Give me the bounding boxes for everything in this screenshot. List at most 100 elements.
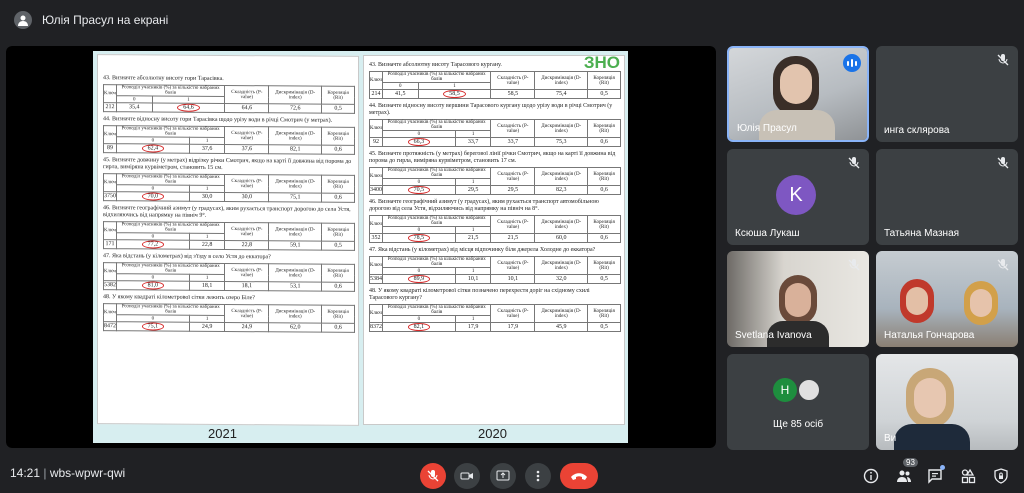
question-48: 48. У якому квадраті кілометрової сітки … xyxy=(103,294,255,302)
stats-table: Ключ Розподіл учасників (%) за кількістю … xyxy=(369,71,621,99)
activities-icon xyxy=(961,468,976,484)
stats-table: Ключ Розподіл учасників (%) за кількістю … xyxy=(369,256,621,284)
question-45: 45. Визначте протяжність (у метрах) бере… xyxy=(369,151,616,164)
meeting-details-button[interactable] xyxy=(862,467,880,485)
participants-button[interactable] xyxy=(895,467,913,485)
mic-off-icon xyxy=(997,54,1009,66)
participant-tile[interactable]: Татьяна Мазная xyxy=(876,149,1018,245)
shared-document: 43. Визначте абсолютну висоту гори Тарас… xyxy=(93,51,628,443)
stats-table: Ключ Розподіл учасників (%) за кількістю … xyxy=(103,221,355,251)
circled-value: 78,5 xyxy=(407,234,431,242)
people-icon xyxy=(897,470,911,482)
more-vert-icon xyxy=(536,470,540,482)
circled-value: 70,0 xyxy=(141,192,165,201)
question-46: 46. Визначте географічний азимут (у град… xyxy=(103,205,351,219)
question-46: 46. Визначте географічний азимут (у град… xyxy=(369,199,599,212)
presenter-avatar-icon xyxy=(14,11,32,29)
shield-lock-icon xyxy=(994,468,1008,484)
circled-value: 89,9 xyxy=(407,275,431,283)
stats-table: Ключ Розподіл учасників (%) за кількістю … xyxy=(369,215,621,243)
speaking-indicator-icon xyxy=(843,54,861,72)
stats-table: Ключ Розподіл учасників (%) за кількістю … xyxy=(369,304,621,332)
person-body xyxy=(894,424,970,450)
circled-value: 82,1 xyxy=(407,323,431,331)
more-options-button[interactable] xyxy=(525,463,551,489)
circled-value: 66,3 xyxy=(407,138,431,146)
year-label-right: 2020 xyxy=(478,426,507,441)
stats-table: Ключ Розподіл учасників (%) за кількістю … xyxy=(369,119,621,147)
stats-table: Ключ Розподіл учасників (%) за кількістю … xyxy=(103,125,355,155)
person-face xyxy=(906,287,928,315)
participants-count-badge: 93 xyxy=(903,458,918,467)
leave-call-button[interactable] xyxy=(560,463,598,489)
presentation-stage[interactable]: 43. Визначте абсолютну висоту гори Тарас… xyxy=(6,46,716,448)
mic-off-icon xyxy=(997,259,1009,271)
host-controls-button[interactable] xyxy=(992,467,1010,485)
participant-name: инга склярова xyxy=(884,125,950,136)
page-2020: 43. Визначте абсолютну висоту Тарасового… xyxy=(363,55,625,425)
circled-value: 81,0 xyxy=(141,281,165,290)
info-icon xyxy=(863,468,879,484)
camera-toggle-button[interactable] xyxy=(454,463,480,489)
mic-toggle-button[interactable] xyxy=(420,463,446,489)
question-45: 45. Визначте довжину (у метрах) відрізку… xyxy=(103,157,352,171)
circled-value: 75,1 xyxy=(141,322,165,331)
year-label-left: 2021 xyxy=(208,426,237,441)
mic-off-icon xyxy=(997,157,1009,169)
present-screen-button[interactable] xyxy=(490,463,516,489)
question-47: 47. Яка відстань (у кілометрах) від з'їз… xyxy=(103,253,271,261)
participant-name: Юлія Прасул xyxy=(737,123,797,134)
page-2021: 43. Визначте абсолютну висоту гори Тарас… xyxy=(97,54,359,426)
person-face xyxy=(780,64,812,104)
question-48: 48. У якому квадраті кілометрової сітки … xyxy=(369,288,590,301)
stats-table: Ключ Розподіл учасників (%) за кількістю … xyxy=(103,303,355,333)
participant-name: Наталья Гончарова xyxy=(884,330,975,341)
more-participants-tile[interactable]: H Ще 85 осіб xyxy=(727,354,869,450)
participant-name: Ксюша Лукаш xyxy=(735,228,800,239)
presenting-title: Юлія Прасул на екрані xyxy=(42,13,169,27)
participant-tile[interactable]: инга склярова xyxy=(876,46,1018,142)
person-face xyxy=(914,378,946,418)
stats-table: Ключ Розподіл учасників (%) за кількістю … xyxy=(369,167,621,195)
stats-table: Ключ Розподіл учасників (%) за кількістю … xyxy=(103,262,355,292)
avatar: H xyxy=(773,378,797,402)
mic-off-icon xyxy=(848,259,860,271)
question-44: 44. Визначте відносну висоту гори Тарасі… xyxy=(103,116,333,124)
circled-value: 77,2 xyxy=(141,240,165,249)
zno-logo: ЗНО xyxy=(583,53,620,72)
participant-name: Ви xyxy=(884,433,897,444)
stats-table: Ключ Розподіл учасників (%) за кількістю … xyxy=(103,84,355,114)
camera-icon xyxy=(460,472,473,480)
person-face xyxy=(970,289,992,317)
chat-icon xyxy=(928,469,942,484)
question-44: 44. Визначте відносну висоту вершини Тар… xyxy=(369,103,613,116)
present-icon xyxy=(496,470,510,481)
circled-value: 58,5 xyxy=(443,90,466,98)
chat-notification-dot xyxy=(940,465,945,470)
shared-screen: 43. Визначте абсолютну висоту гори Тарас… xyxy=(6,46,716,448)
person-face xyxy=(785,283,811,317)
stats-table: Ключ Розподіл учасників (%) за кількістю … xyxy=(103,173,355,203)
avatar xyxy=(797,378,821,402)
mic-off-icon xyxy=(848,157,860,169)
mic-off-icon xyxy=(427,470,439,482)
more-participants-label: Ще 85 осіб xyxy=(773,419,824,430)
participant-tile[interactable]: Наталья Гончарова xyxy=(876,251,1018,347)
circled-value: 70,5 xyxy=(407,186,431,194)
bottom-bar: 14:21 | wbs-wpwr-qwi 93 xyxy=(0,453,1024,493)
participant-tile[interactable]: K Ксюша Лукаш xyxy=(727,149,869,245)
meeting-time-and-code: 14:21 | wbs-wpwr-qwi xyxy=(10,466,126,480)
participant-tile[interactable]: Юлія Прасул xyxy=(727,46,869,142)
activities-button[interactable] xyxy=(959,467,977,485)
avatar: K xyxy=(776,175,816,215)
question-47: 47. Яка відстань (у кілометрах) від місц… xyxy=(369,247,596,253)
circled-value: 62,4 xyxy=(141,144,165,153)
top-bar: Юлія Прасул на екрані xyxy=(0,0,1024,40)
participant-name: Svetlana Ivanova xyxy=(735,330,812,341)
circled-value: 64,6 xyxy=(177,103,200,112)
participant-tile[interactable]: Svetlana Ivanova xyxy=(727,251,869,347)
hang-up-icon xyxy=(571,473,587,480)
question-43: 43. Визначте абсолютну висоту гори Тарас… xyxy=(103,75,224,82)
participant-name: Татьяна Мазная xyxy=(884,228,960,239)
self-view-tile[interactable]: Ви xyxy=(876,354,1018,450)
